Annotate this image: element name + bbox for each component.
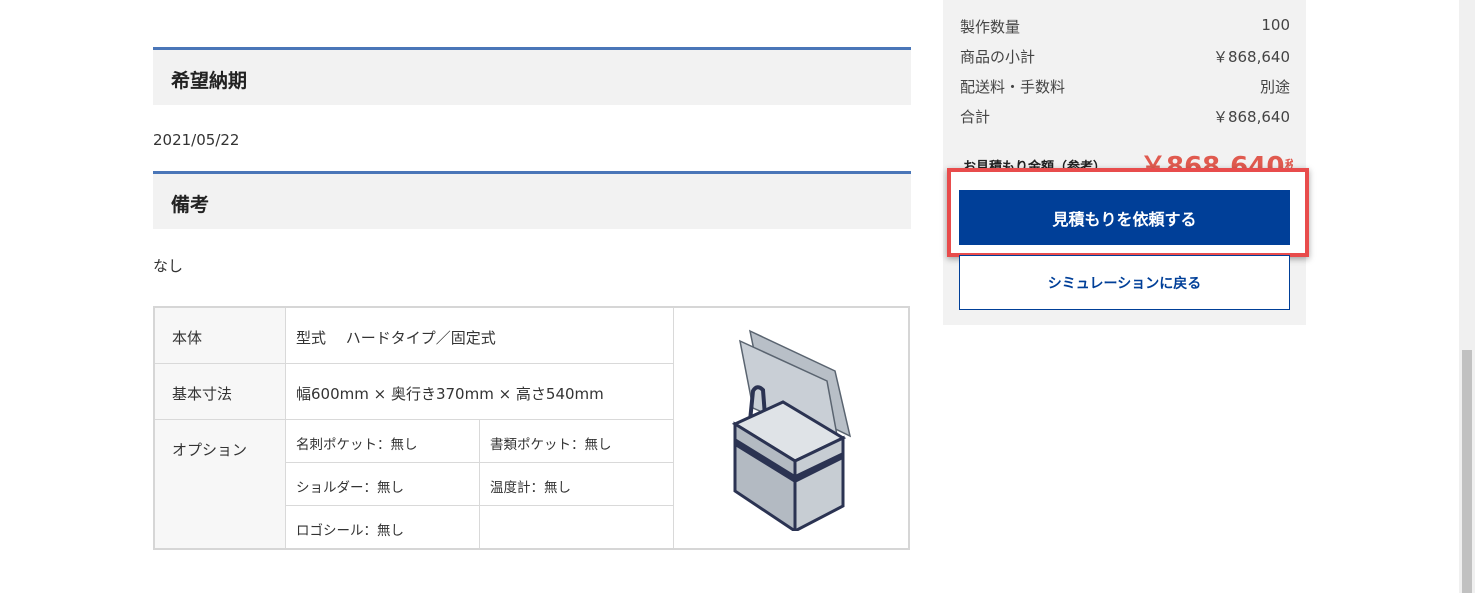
summary-label: 合計 [960,108,991,126]
summary-row-total: 合計 ￥868,640 [960,106,1290,126]
remarks-title: 備考 [171,194,210,216]
summary-value: ￥868,640 [1212,108,1290,126]
summary-value: 別途 [1259,78,1290,96]
option-document-pocket: 書類ポケット：無し [490,437,612,453]
spec-row-divider [155,363,673,364]
request-quote-button[interactable]: 見積もりを依頼する [959,190,1290,245]
summary-label: 配送料・手数料 [960,78,1066,96]
spec-body-label: 本体 [172,329,203,347]
delivery-date-value: 2021/05/22 [153,131,240,149]
estimate-total: お見積もり金額（参考） ￥868,640 税込 [963,146,1293,170]
delivery-date-heading: 希望納期 [153,47,911,105]
delivery-date-title: 希望納期 [171,70,248,92]
spec-col-divider [479,419,480,548]
spec-body-value: 型式 ハードタイプ／固定式 [296,329,496,347]
spec-size-value: 幅600mm × 奥行き370mm × 高さ540mm [296,385,604,403]
cooler-box-image [731,329,852,531]
summary-row-quantity: 製作数量 100 [960,16,1290,36]
option-thermometer: 温度計：無し [490,480,571,496]
option-business-card-pocket: 名刺ポケット：無し [296,437,418,453]
spec-table: 本体 型式 ハードタイプ／固定式 基本寸法 幅600mm × 奥行き370mm … [153,306,910,550]
summary-label: 商品の小計 [960,48,1036,66]
summary-row-shipping: 配送料・手数料 別途 [960,76,1290,96]
spec-col-divider [673,308,674,548]
summary-row-subtotal: 商品の小計 ￥868,640 [960,46,1290,66]
page-scrollbar[interactable] [1459,0,1475,593]
estimate-price: ￥868,640 [1140,152,1285,170]
option-shoulder: ショルダー：無し [296,480,404,496]
summary-value: 100 [1261,16,1290,34]
summary-label: 製作数量 [960,18,1021,36]
spec-options-label: オプション [172,441,248,459]
spec-row-divider [155,419,673,420]
remarks-heading: 備考 [153,171,911,229]
summary-value: ￥868,640 [1212,48,1290,66]
scrollbar-thumb[interactable] [1462,350,1472,593]
remarks-value: なし [153,257,184,275]
back-to-simulation-button[interactable]: シミュレーションに戻る [959,255,1290,310]
option-logo-sticker: ロゴシール：無し [296,523,404,539]
spec-size-label: 基本寸法 [172,385,233,403]
